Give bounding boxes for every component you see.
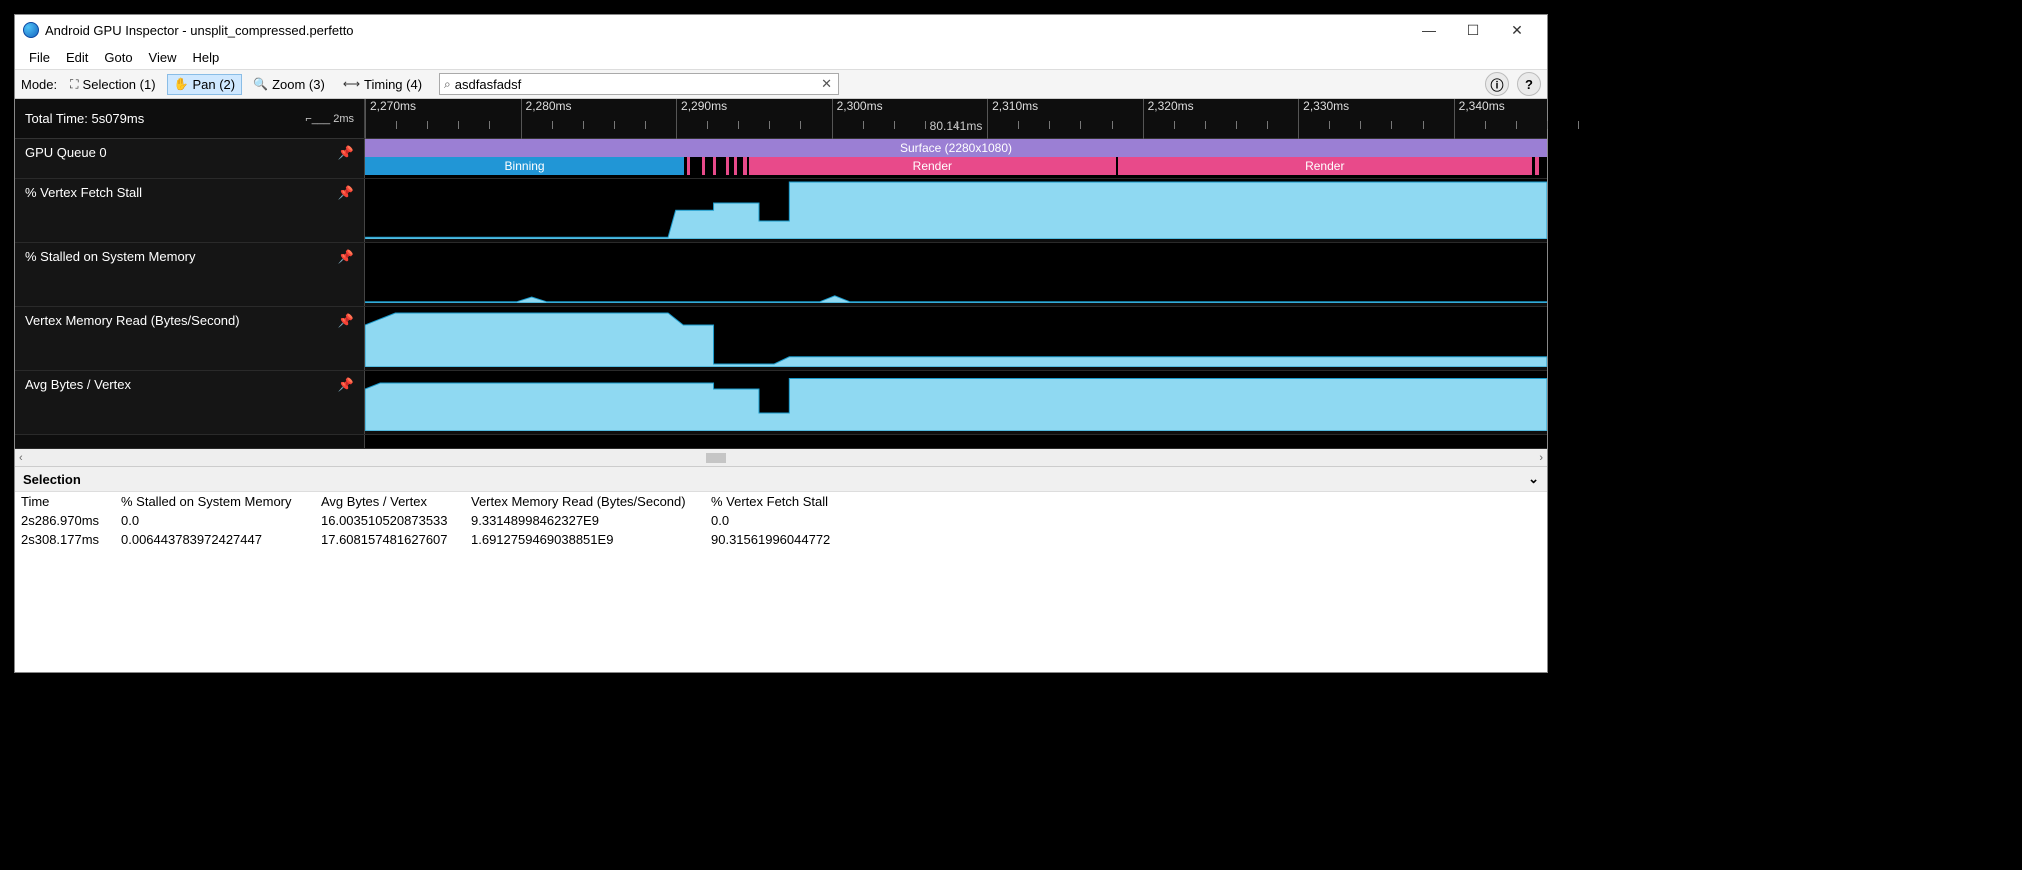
selection-title: Selection xyxy=(23,472,81,487)
menu-edit[interactable]: Edit xyxy=(58,48,96,67)
surface-segment[interactable]: Surface (2280x1080) xyxy=(365,139,1547,157)
ruler-ticks[interactable]: 80.141ms 2,270ms2,280ms2,290ms2,300ms2,3… xyxy=(365,99,1547,138)
ruler-tick: 2,340ms xyxy=(1454,99,1505,139)
selection-table: Time % Stalled on System Memory Avg Byte… xyxy=(15,492,1547,549)
vertex-fetch-chart[interactable] xyxy=(365,179,1547,239)
track-gpu-queue[interactable]: GPU Queue 0 📌 Surface (2280x1080) Binnin… xyxy=(15,139,1547,179)
table-header-row: Time % Stalled on System Memory Avg Byte… xyxy=(15,492,1547,511)
menu-help[interactable]: Help xyxy=(185,48,228,67)
minimize-button[interactable]: — xyxy=(1407,15,1451,45)
ruler-tick: 2,280ms xyxy=(521,99,572,139)
col-time[interactable]: Time xyxy=(15,492,115,511)
render-segment-1[interactable]: Render xyxy=(749,157,1115,175)
mode-timing-label: Timing (4) xyxy=(364,77,422,92)
pin-icon[interactable]: 📌 xyxy=(338,377,354,393)
info-button[interactable]: ⓘ xyxy=(1485,72,1509,96)
scroll-right-icon[interactable]: › xyxy=(1539,452,1543,464)
col-avg-bytes[interactable]: Avg Bytes / Vertex xyxy=(315,492,465,511)
track-stalled-system-memory[interactable]: % Stalled on System Memory 📌 xyxy=(15,243,1547,307)
selection-icon: ⛶ xyxy=(70,77,78,92)
track-vertex-fetch-stall[interactable]: % Vertex Fetch Stall 📌 xyxy=(15,179,1547,243)
window-title: Android GPU Inspector - unsplit_compress… xyxy=(45,23,354,38)
search-icon: ⌕ xyxy=(440,77,455,92)
mode-pan[interactable]: ✋ Pan (2) xyxy=(167,74,243,95)
track-vertex-memory-read[interactable]: Vertex Memory Read (Bytes/Second) 📌 xyxy=(15,307,1547,371)
mode-timing[interactable]: ⟷ Timing (4) xyxy=(336,74,429,95)
col-stalled-mem[interactable]: % Stalled on System Memory xyxy=(115,492,315,511)
mode-selection[interactable]: ⛶ Selection (1) xyxy=(63,74,162,95)
timing-icon: ⟷ xyxy=(343,77,360,91)
ruler-tick: 2,270ms xyxy=(365,99,416,139)
ruler-tick: 2,290ms xyxy=(676,99,727,139)
search-clear-icon[interactable]: ✕ xyxy=(815,76,838,92)
ruler-tick: 2,300ms xyxy=(832,99,883,139)
ruler-tick: 2,330ms xyxy=(1298,99,1349,139)
selection-panel-header[interactable]: Selection ⌄ xyxy=(15,466,1547,492)
scroll-left-icon[interactable]: ‹ xyxy=(19,452,23,464)
track-spacer xyxy=(15,435,1547,449)
scale-hint: ⌐___ 2ms xyxy=(305,113,354,125)
titlebar[interactable]: Android GPU Inspector - unsplit_compress… xyxy=(15,15,1547,45)
zoom-icon: 🔍 xyxy=(253,77,268,91)
pan-icon: ✋ xyxy=(174,77,189,91)
timeline[interactable]: Total Time: 5s079ms ⌐___ 2ms 80.141ms 2,… xyxy=(15,99,1547,449)
track-label-stalled-mem: % Stalled on System Memory xyxy=(25,249,196,264)
table-row[interactable]: 2s308.177ms 0.006443783972427447 17.6081… xyxy=(15,530,1547,549)
mode-zoom[interactable]: 🔍 Zoom (3) xyxy=(246,74,332,95)
mode-label: Mode: xyxy=(21,77,57,92)
selection-panel-body: Time % Stalled on System Memory Avg Byte… xyxy=(15,492,1547,582)
menubar: File Edit Goto View Help xyxy=(15,45,1547,69)
avg-bytes-chart[interactable] xyxy=(365,371,1547,431)
stalled-mem-chart[interactable] xyxy=(365,243,1547,303)
search-box[interactable]: ⌕ ✕ xyxy=(439,73,839,95)
track-label-vertex-fetch: % Vertex Fetch Stall xyxy=(25,185,142,200)
menu-view[interactable]: View xyxy=(141,48,185,67)
track-label-gpu-queue: GPU Queue 0 xyxy=(25,145,107,160)
close-button[interactable]: ✕ xyxy=(1495,15,1539,45)
app-window: Android GPU Inspector - unsplit_compress… xyxy=(14,14,1548,673)
binning-segment[interactable]: Binning xyxy=(365,157,684,175)
mode-selection-label: Selection (1) xyxy=(83,77,156,92)
col-vmem-read[interactable]: Vertex Memory Read (Bytes/Second) xyxy=(465,492,705,511)
pin-icon[interactable]: 📌 xyxy=(338,313,354,329)
pin-icon[interactable]: 📌 xyxy=(338,145,354,161)
track-label-avg-bytes: Avg Bytes / Vertex xyxy=(25,377,131,392)
total-time-label: Total Time: 5s079ms xyxy=(25,111,144,126)
menu-goto[interactable]: Goto xyxy=(96,48,140,67)
pin-icon[interactable]: 📌 xyxy=(338,185,354,201)
render-segment-2[interactable]: Render xyxy=(1118,157,1532,175)
ruler-tick: 2,310ms xyxy=(987,99,1038,139)
toolbar: Mode: ⛶ Selection (1) ✋ Pan (2) 🔍 Zoom (… xyxy=(15,69,1547,99)
table-row[interactable]: 2s286.970ms 0.0 16.003510520873533 9.331… xyxy=(15,511,1547,530)
app-icon xyxy=(23,22,39,38)
track-avg-bytes-vertex[interactable]: Avg Bytes / Vertex 📌 xyxy=(15,371,1547,435)
col-vertex-fetch[interactable]: % Vertex Fetch Stall xyxy=(705,492,855,511)
pin-icon[interactable]: 📌 xyxy=(338,249,354,265)
mode-pan-label: Pan (2) xyxy=(192,77,235,92)
gpu-queue-body[interactable]: Surface (2280x1080) Binning Render Rende… xyxy=(365,139,1547,178)
search-input[interactable] xyxy=(455,77,815,92)
time-ruler[interactable]: Total Time: 5s079ms ⌐___ 2ms 80.141ms 2,… xyxy=(15,99,1547,139)
menu-file[interactable]: File xyxy=(21,48,58,67)
help-button[interactable]: ? xyxy=(1517,72,1541,96)
mode-zoom-label: Zoom (3) xyxy=(272,77,325,92)
vmem-read-chart[interactable] xyxy=(365,307,1547,367)
horizontal-scrollbar[interactable]: ‹ › xyxy=(15,449,1547,466)
ruler-tick: 2,320ms xyxy=(1143,99,1194,139)
maximize-button[interactable]: ☐ xyxy=(1451,15,1495,45)
scrollbar-thumb[interactable] xyxy=(706,453,726,463)
chevron-down-icon[interactable]: ⌄ xyxy=(1528,471,1539,487)
track-label-vmem-read: Vertex Memory Read (Bytes/Second) xyxy=(25,313,240,328)
